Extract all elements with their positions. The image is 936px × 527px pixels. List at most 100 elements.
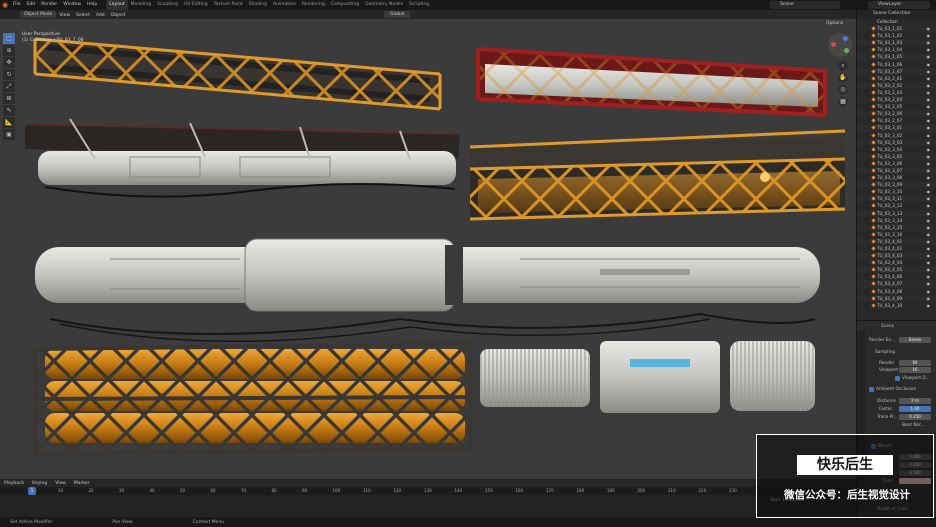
- visibility-eye-icon[interactable]: ◉: [927, 210, 931, 217]
- outliner-item[interactable]: TU_03_3_04 ◉: [857, 146, 936, 153]
- timeline-menu-marker[interactable]: Marker: [70, 481, 94, 486]
- frame-ruler[interactable]: 1 10 20 30 40 50 60 70 80 90 100 110 120 130 140 150 16…: [0, 487, 856, 495]
- camera-icon[interactable]: ◎: [838, 85, 848, 95]
- visibility-eye-icon[interactable]: ◉: [927, 217, 931, 224]
- outliner-item[interactable]: TU_03_3_02 ◉: [857, 132, 936, 139]
- menu-render[interactable]: Render: [38, 2, 60, 7]
- mode-selector[interactable]: Object Mode: [20, 11, 57, 18]
- render-samples-field[interactable]: 64: [899, 360, 931, 366]
- cage-orange-tubes[interactable]: [33, 342, 472, 456]
- visibility-eye-icon[interactable]: ◉: [927, 39, 931, 46]
- visibility-eye-icon[interactable]: ◉: [927, 25, 931, 32]
- visibility-eye-icon[interactable]: ◉: [927, 68, 931, 75]
- visibility-eye-icon[interactable]: ◉: [927, 32, 931, 39]
- cylinder-long[interactable]: [35, 238, 820, 343]
- visibility-eye-icon[interactable]: ◉: [927, 302, 931, 309]
- grid-view-icon[interactable]: ▦: [838, 97, 848, 107]
- annotate-tool-icon[interactable]: ✎: [3, 105, 15, 116]
- visibility-eye-icon[interactable]: ◉: [927, 259, 931, 266]
- ribbed-module[interactable]: [480, 337, 815, 417]
- visibility-eye-icon[interactable]: ◉: [927, 273, 931, 280]
- outliner-item[interactable]: TU_03_3_13 ◉: [857, 209, 936, 217]
- visibility-eye-icon[interactable]: ◉: [927, 110, 931, 117]
- outliner-item[interactable]: TU_03_2_01 ◉: [857, 75, 936, 82]
- outliner-item[interactable]: TU_03_4_09 ◉: [857, 294, 936, 302]
- outliner-item[interactable]: TU_03_4_03 ◉: [857, 252, 936, 260]
- distance-field[interactable]: 2 m: [899, 398, 931, 404]
- visibility-eye-icon[interactable]: ◉: [927, 103, 931, 110]
- outliner-item[interactable]: TU_03_1_04 ◉: [857, 46, 936, 53]
- measure-tool-icon[interactable]: 📐: [3, 117, 15, 128]
- outliner[interactable]: Scene Collection Collection TU_03_1_01 ◉ T…: [856, 10, 936, 320]
- outliner-item[interactable]: TU_03_2_06 ◉: [857, 110, 936, 118]
- 3d-viewport[interactable]: User Perspective (1) Collection | TU_03_…: [0, 19, 856, 479]
- transform-orientation[interactable]: Global: [384, 11, 411, 18]
- options-button[interactable]: Options: [826, 21, 843, 26]
- outliner-item[interactable]: TU_03_3_11 ◉: [857, 195, 936, 203]
- visibility-eye-icon[interactable]: ◉: [927, 167, 931, 174]
- visibility-eye-icon[interactable]: ◉: [927, 146, 931, 153]
- outliner-item[interactable]: TU_03_4_04 ◉: [857, 259, 936, 266]
- tab-shading[interactable]: Shading: [246, 0, 270, 10]
- menu-help[interactable]: Help: [84, 2, 100, 7]
- visibility-eye-icon[interactable]: ◉: [927, 295, 931, 302]
- visibility-eye-icon[interactable]: ◉: [927, 202, 931, 209]
- tab-scripting[interactable]: Scripting: [406, 0, 432, 10]
- visibility-eye-icon[interactable]: ◉: [927, 139, 931, 146]
- visibility-eye-icon[interactable]: ◉: [927, 252, 931, 259]
- tab-texture-paint[interactable]: Texture Paint: [211, 0, 246, 10]
- tab-geometry-nodes[interactable]: Geometry Nodes: [362, 0, 406, 10]
- visibility-eye-icon[interactable]: ◉: [927, 174, 931, 181]
- sampling-panel[interactable]: Sampling: [875, 350, 895, 355]
- viewport-menu-add[interactable]: Add: [93, 13, 108, 18]
- outliner-item[interactable]: TU_03_3_03 ◉: [857, 138, 936, 146]
- outliner-item[interactable]: TU_03_1_01 ◉: [857, 25, 936, 33]
- outliner-item[interactable]: TU_03_1_02 ◉: [857, 32, 936, 39]
- truss-red[interactable]: [476, 47, 827, 117]
- outliner-item[interactable]: TU_03_2_04 ◉: [857, 96, 936, 104]
- visibility-eye-icon[interactable]: ◉: [927, 132, 931, 139]
- y-axis-icon[interactable]: [844, 48, 849, 53]
- visibility-eye-icon[interactable]: ◉: [927, 181, 931, 188]
- ao-panel[interactable]: Ambient Occlusion: [876, 387, 916, 392]
- visibility-eye-icon[interactable]: ◉: [927, 231, 931, 238]
- visibility-eye-icon[interactable]: ◉: [927, 153, 931, 160]
- outliner-item[interactable]: TU_03_4_01 ◉: [857, 237, 936, 245]
- outliner-item[interactable]: TU_03_4_06 ◉: [857, 273, 936, 280]
- blender-logo-icon[interactable]: ◉: [0, 0, 10, 10]
- outliner-item[interactable]: TU_03_3_16 ◉: [857, 231, 936, 238]
- outliner-collection[interactable]: Collection: [857, 18, 936, 25]
- scale-tool-icon[interactable]: ⤢: [3, 81, 15, 92]
- current-frame[interactable]: 1: [28, 487, 36, 495]
- outliner-item[interactable]: TU_03_3_07 ◉: [857, 166, 936, 175]
- viewport-samples-field[interactable]: 16: [899, 367, 931, 373]
- outliner-item[interactable]: TU_03_1_07 ◉: [857, 67, 936, 75]
- visibility-eye-icon[interactable]: ◉: [927, 89, 931, 96]
- visibility-eye-icon[interactable]: ◉: [927, 46, 931, 53]
- truss-walkway[interactable]: [469, 129, 846, 221]
- outliner-item[interactable]: TU_03_2_03 ◉: [857, 89, 936, 96]
- visibility-eye-icon[interactable]: ◉: [927, 75, 931, 82]
- navigation-gizmo[interactable]: [828, 33, 852, 57]
- visibility-eye-icon[interactable]: ◉: [927, 238, 931, 245]
- select-box-tool-icon[interactable]: ⬚: [3, 33, 15, 44]
- timeline-menu-keying[interactable]: Keying: [28, 481, 51, 486]
- viewport-menu-select[interactable]: Select: [73, 13, 93, 18]
- visibility-eye-icon[interactable]: ◉: [927, 288, 931, 295]
- outliner-item[interactable]: TU_03_3_10 ◉: [857, 188, 936, 195]
- pan-hand-icon[interactable]: ✋: [838, 73, 848, 83]
- outliner-item[interactable]: TU_03_3_05 ◉: [857, 152, 936, 160]
- menu-edit[interactable]: Edit: [24, 2, 39, 7]
- visibility-eye-icon[interactable]: ◉: [927, 124, 931, 131]
- visibility-eye-icon[interactable]: ◉: [927, 280, 931, 287]
- render-engine-select[interactable]: Eevee: [899, 337, 931, 343]
- visibility-eye-icon[interactable]: ◉: [927, 160, 931, 167]
- tab-sculpting[interactable]: Sculpting: [154, 0, 181, 10]
- outliner-item[interactable]: TU_03_4_07 ◉: [857, 280, 936, 288]
- viewport-denoise-checkbox[interactable]: [895, 376, 900, 381]
- outliner-item[interactable]: TU_03_1_05 ◉: [857, 53, 936, 61]
- tab-compositing[interactable]: Compositing: [328, 0, 362, 10]
- outliner-item[interactable]: TU_03_4_10 ◉: [857, 302, 936, 309]
- outliner-item[interactable]: TU_03_3_01 ◉: [857, 124, 936, 132]
- outliner-item[interactable]: TU_03_3_15 ◉: [857, 223, 936, 231]
